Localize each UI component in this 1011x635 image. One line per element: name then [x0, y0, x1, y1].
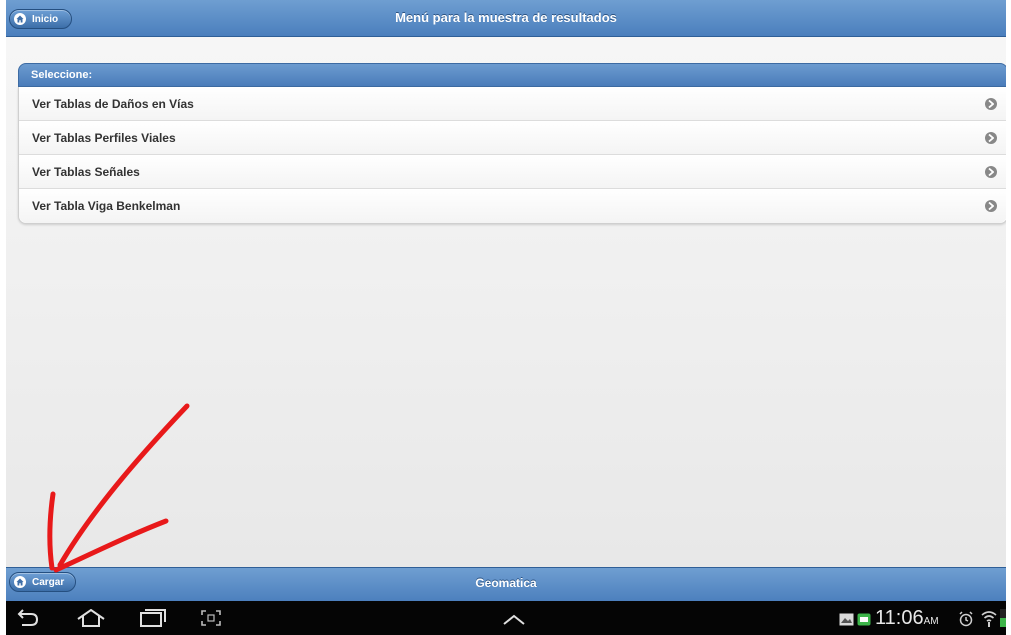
list-item-senales[interactable]: Ver Tablas Señales: [19, 155, 1006, 189]
alarm-icon: [959, 611, 973, 627]
battery-icon: [1000, 609, 1006, 627]
list-item-label: Ver Tablas Perfiles Viales: [32, 131, 176, 145]
chevron-up-icon[interactable]: [503, 614, 525, 626]
chevron-right-icon: [985, 166, 997, 178]
clock-ampm: AM: [923, 616, 939, 627]
list-item-danos-vias[interactable]: Ver Tablas de Daños en Vías: [19, 87, 1006, 121]
results-menu-list: Seleccione: Ver Tablas de Daños en Vías …: [18, 63, 1006, 224]
list-item-label: Ver Tablas de Daños en Vías: [32, 97, 194, 111]
recent-apps-icon[interactable]: [139, 609, 167, 627]
load-button[interactable]: Cargar: [9, 572, 76, 592]
chevron-right-icon: [985, 98, 997, 110]
load-button-label: Cargar: [32, 576, 65, 588]
status-clock: 11:06AM: [875, 606, 939, 634]
back-icon[interactable]: [16, 609, 40, 627]
footer-bar: Geomatica: [6, 567, 1006, 602]
list-item-perfiles-viales[interactable]: Ver Tablas Perfiles Viales: [19, 121, 1006, 155]
wifi-icon: [981, 611, 997, 627]
page-title: Menú para la muestra de resultados: [395, 10, 617, 25]
content-area: Seleccione: Ver Tablas de Daños en Vías …: [6, 37, 1006, 567]
chevron-right-icon: [985, 200, 997, 212]
clock-time: 11:06: [875, 607, 924, 629]
screenshot-icon[interactable]: [200, 609, 222, 627]
footer-title: Geomatica: [475, 576, 537, 590]
list-header: Seleccione:: [18, 63, 1006, 87]
header-bar: Menú para la muestra de resultados Inici…: [6, 0, 1006, 37]
home-icon: [14, 13, 26, 25]
list-items: Ver Tablas de Daños en Vías Ver Tablas P…: [18, 87, 1006, 224]
list-item-label: Ver Tabla Viga Benkelman: [32, 199, 181, 213]
list-item-viga-benkelman[interactable]: Ver Tabla Viga Benkelman: [19, 189, 1006, 223]
home-button[interactable]: Inicio: [9, 9, 72, 29]
chevron-right-icon: [985, 132, 997, 144]
home-button-label: Inicio: [32, 13, 59, 25]
notification-icon: [857, 613, 871, 626]
app-frame: Menú para la muestra de resultados Inici…: [6, 0, 1006, 635]
home-nav-icon[interactable]: [76, 609, 106, 627]
home-icon: [14, 576, 26, 588]
list-item-label: Ver Tablas Señales: [32, 165, 140, 179]
gallery-icon: [839, 613, 854, 626]
android-system-bar: 11:06AM: [6, 601, 1006, 635]
